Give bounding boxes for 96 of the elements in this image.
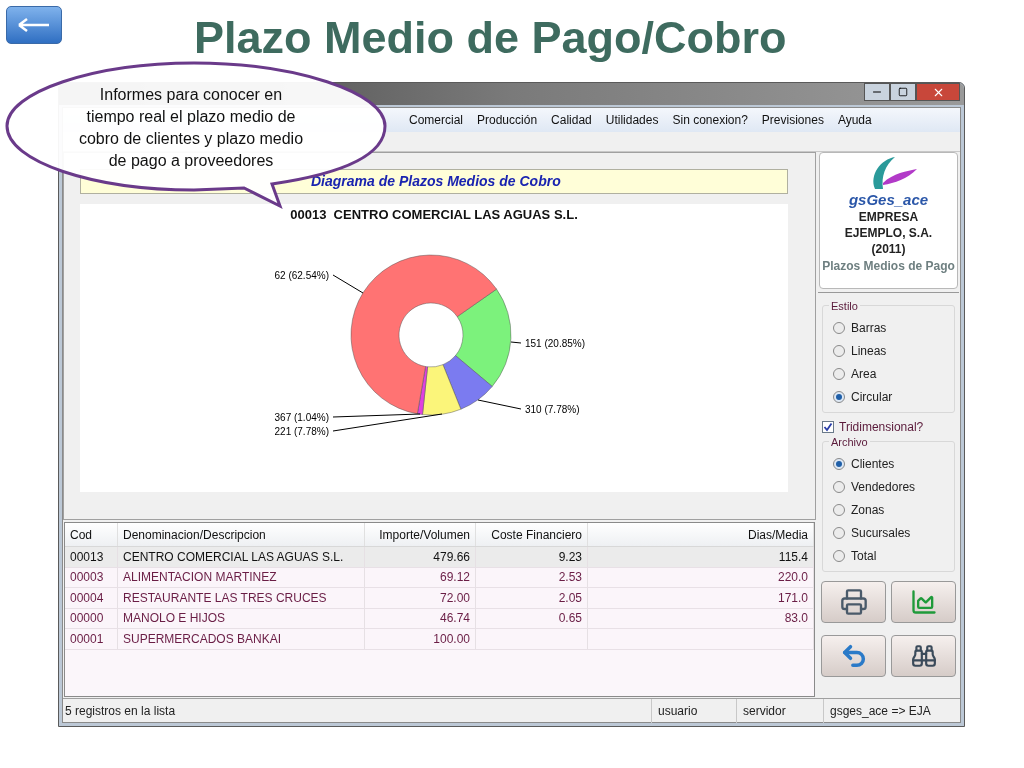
table-row[interactable]: 00001 SUPERMERCADOS BANKAI 100.00: [65, 629, 814, 650]
radio-button[interactable]: [833, 344, 845, 357]
radio-button[interactable]: [833, 457, 845, 470]
left-arrow-icon: [17, 17, 51, 33]
close-button[interactable]: [916, 83, 960, 101]
menu-item[interactable]: Calidad: [551, 111, 592, 129]
table-cell-text: CENTRO COMERCIAL LAS AGUAS S.L.: [123, 548, 344, 566]
status-text: servidor: [736, 698, 823, 723]
radio-button[interactable]: [833, 367, 845, 380]
slide-title: Plazo Medio de Pago/Cobro: [194, 11, 787, 65]
data-label: 367 (1.04%): [274, 411, 421, 423]
checkbox[interactable]: [822, 421, 834, 433]
table-cell-text: MANOLO E HIJOS: [123, 610, 226, 628]
chart-title: 00013 CENTRO COMERCIAL LAS AGUAS S.L.: [290, 206, 578, 224]
radio-label: Circular: [851, 388, 893, 406]
menu-item[interactable]: Ayuda: [837, 111, 872, 129]
radio-label: Lineas: [851, 342, 887, 360]
radio-button[interactable]: [833, 526, 845, 539]
status-text: gsges_ace => EJA: [823, 698, 960, 723]
callout-text: Informes para conocer en tiempo real el plazo medio de cobro de clientes y plazo medio de pago a proveedores: [78, 85, 304, 171]
printer-icon: [839, 588, 868, 616]
table-row[interactable]: 00000 MANOLO E HIJOS 46.74 0.65 83.0: [65, 608, 814, 629]
radio-label: Barras: [851, 319, 887, 337]
radio-button[interactable]: [833, 549, 845, 562]
table-cell-text: 72.00: [439, 589, 470, 607]
table-cell-text: 00003: [70, 569, 104, 587]
status-text: usuario: [651, 698, 736, 723]
radio-button[interactable]: [833, 321, 845, 334]
data-label: 62 (62.54%): [274, 269, 364, 293]
radio-button[interactable]: [833, 480, 845, 493]
table-cell-text: 479.66: [433, 548, 470, 566]
back-button[interactable]: [6, 6, 62, 44]
table-row[interactable]: 00003 ALIMENTACION MARTINEZ 69.12 2.53 220.0: [65, 567, 814, 588]
slice-label: 367 (1.04%): [274, 411, 329, 423]
checkbox-label: Tridimensional?: [839, 419, 924, 436]
table-cell-text: 00000: [70, 610, 104, 628]
table-row[interactable]: 00004 RESTAURANTE LAS TRES CRUCES 72.00 2.05 171.0: [65, 588, 814, 609]
radio-label: Area: [851, 365, 877, 383]
column-header[interactable]: Cod: [65, 523, 118, 546]
maximize-icon: [898, 87, 908, 97]
print-button[interactable]: [821, 581, 886, 623]
table-cell-text: 83.0: [784, 610, 808, 628]
table-cell-text: 00004: [70, 589, 104, 607]
back-action-button[interactable]: [821, 635, 886, 677]
radio-label: Vendedores: [851, 478, 916, 496]
company-name: (2011): [871, 241, 906, 257]
brand-name: gsGes_ace: [848, 191, 929, 209]
menu-item[interactable]: Producción: [477, 111, 538, 129]
radio-label: Clientes: [851, 455, 895, 473]
table-cell-text: 2.53: [558, 569, 582, 587]
column-header[interactable]: Importe/Volumen: [365, 523, 476, 546]
slice-label: 221 (7.78%): [274, 425, 329, 437]
slice-label: 62 (62.54%): [274, 269, 329, 281]
table-cell-text: 2.05: [558, 589, 582, 607]
table-cell-text: 9.23: [558, 548, 582, 566]
company-name: EMPRESA: [858, 209, 919, 225]
slice-label: 310 (7.78%): [525, 403, 580, 415]
menu-item[interactable]: Sin conexion?: [672, 111, 748, 129]
chart-refresh-button[interactable]: [891, 581, 956, 623]
table-cell-text: 69.12: [439, 569, 470, 587]
data-label: 151 (20.85%): [510, 337, 586, 349]
area-chart-icon: [909, 588, 938, 616]
status-text: 5 registros en la lista: [64, 702, 177, 720]
table-cell-text: 00001: [70, 630, 104, 648]
table-cell-text: RESTAURANTE LAS TRES CRUCES: [123, 589, 327, 607]
radio-label: Sucursales: [851, 524, 911, 542]
table-cell-text: 100.00: [433, 630, 470, 648]
menu-item[interactable]: Comercial: [409, 111, 463, 129]
radio-button[interactable]: [833, 390, 845, 403]
module-name: Plazos Medios de Pago: [822, 259, 955, 274]
table-cell-text: 46.74: [439, 610, 470, 628]
column-header[interactable]: Denominacion/Descripcion: [118, 523, 365, 546]
table-cell-text: 0.65: [558, 610, 582, 628]
chart-header-text: Diagrama de Plazos Medios de Cobro: [311, 172, 561, 191]
radio-button[interactable]: [833, 503, 845, 516]
table-cell-text: 00013: [70, 548, 104, 566]
table-cell-text: ALIMENTACION MARTINEZ: [123, 569, 277, 587]
radio-label: Zonas: [851, 501, 885, 519]
column-header[interactable]: Dias/Media: [588, 523, 814, 546]
binoculars-icon: [910, 643, 937, 669]
menu-item[interactable]: Utilidades: [605, 111, 659, 129]
check-icon: [823, 422, 833, 432]
table-cell-text: 171.0: [777, 589, 808, 607]
company-name: EJEMPLO, S.A.: [844, 225, 933, 241]
table-cell-text: 220.0: [777, 569, 808, 587]
menu-item[interactable]: Previsiones: [761, 111, 824, 129]
minimize-button[interactable]: [864, 83, 890, 101]
column-header[interactable]: Coste Financiero: [476, 523, 588, 546]
radio-label: Total: [851, 547, 877, 565]
table-row[interactable]: 00013 CENTRO COMERCIAL LAS AGUAS S.L. 479.66 9.23 115.4: [65, 547, 814, 568]
slice-label: 151 (20.85%): [525, 337, 586, 349]
table-cell-text: SUPERMERCADOS BANKAI: [123, 630, 282, 648]
table-cell-text: 115.4: [778, 548, 808, 566]
maximize-button[interactable]: [890, 83, 916, 101]
data-label: 310 (7.78%): [477, 399, 580, 415]
search-windows-button[interactable]: [891, 635, 956, 677]
